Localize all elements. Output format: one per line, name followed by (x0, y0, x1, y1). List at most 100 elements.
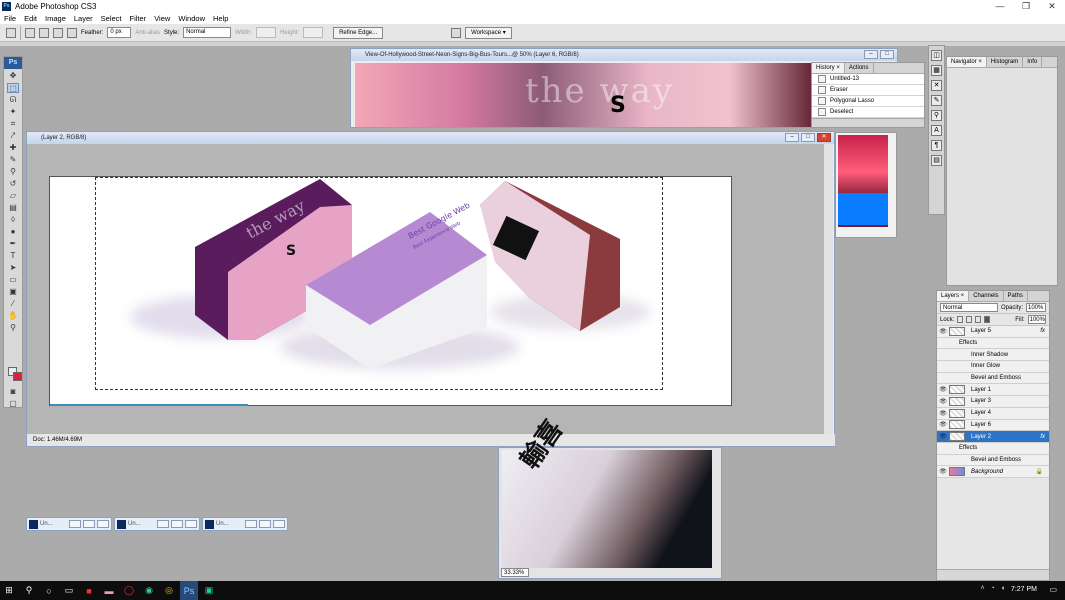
search-icon[interactable]: ⚲ (20, 581, 38, 600)
history-item[interactable]: Eraser (812, 85, 924, 96)
cortana-icon[interactable]: ○ (40, 581, 58, 600)
menu-filter[interactable]: Filter (130, 14, 147, 23)
tab-navigator[interactable]: Navigator × (947, 57, 987, 67)
eyedropper2-icon[interactable]: ⁄ (7, 299, 19, 309)
width-input[interactable] (256, 27, 277, 38)
document-title-bar[interactable]: View-Of-Hollywood-Street-Neon-Signs-Big-… (351, 49, 897, 61)
height-input[interactable] (303, 27, 324, 38)
hand-tool-icon[interactable]: ✋ (7, 311, 19, 321)
menu-file[interactable]: File (4, 14, 16, 23)
intersect-selection-icon[interactable] (67, 27, 77, 38)
menu-view[interactable]: View (154, 14, 170, 23)
history-snapshot[interactable]: Untitled-13 (812, 74, 924, 85)
doc-maximize-button[interactable]: □ (880, 50, 894, 59)
menu-select[interactable]: Select (101, 14, 122, 23)
mini-restore-button[interactable] (69, 520, 81, 528)
visibility-eye-icon[interactable]: 👁 (937, 421, 949, 428)
tab-history[interactable]: History × (812, 63, 845, 73)
layer-fx-badge[interactable]: fx (1040, 328, 1045, 334)
visibility-eye-icon[interactable]: 👁 (937, 398, 949, 405)
style-select[interactable]: Normal (183, 27, 232, 38)
subtract-selection-icon[interactable] (53, 27, 63, 38)
restore-button[interactable]: ❐ (1013, 0, 1039, 12)
move-tool-icon[interactable]: ✥ (7, 71, 19, 81)
menu-layer[interactable]: Layer (74, 14, 93, 23)
layer-row[interactable]: 👁 Layer 3 (937, 396, 1049, 408)
main-maximize-button[interactable]: □ (801, 133, 815, 142)
zoom-tool-icon[interactable]: ⚲ (7, 323, 19, 333)
eyedropper-tool-icon[interactable]: ⤤ (7, 131, 19, 141)
marquee-tool-icon[interactable] (6, 27, 16, 38)
visibility-eye-icon[interactable]: 👁 (937, 328, 949, 335)
blend-mode-select[interactable]: Normal (940, 303, 998, 312)
dodge-tool-icon[interactable]: ● (7, 227, 19, 237)
menu-window[interactable]: Window (178, 14, 205, 23)
minimized-doc[interactable]: Un... (26, 517, 112, 531)
tab-paths[interactable]: Paths (1004, 291, 1028, 301)
character-panel-icon[interactable]: A (931, 125, 942, 136)
chrome-icon[interactable]: ◎ (160, 581, 178, 600)
layer-effect-row[interactable]: Inner Shadow (937, 349, 1049, 362)
feather-input[interactable]: 0 px (107, 27, 132, 38)
visibility-eye-icon[interactable]: 👁 (937, 386, 949, 393)
edge-icon[interactable]: ◉ (140, 581, 158, 600)
new-selection-icon[interactable] (25, 27, 35, 38)
fill-input[interactable]: 100% (1027, 315, 1046, 324)
main-minimize-button[interactable]: – (785, 133, 799, 142)
minimized-doc[interactable]: Un... (114, 517, 200, 531)
tool-preset-icon[interactable] (451, 27, 462, 38)
mini-restore-button[interactable] (157, 520, 169, 528)
path-select-icon[interactable]: ➤ (7, 263, 19, 273)
type-tool-icon[interactable]: T (7, 251, 19, 261)
background-color-swatch[interactable] (13, 372, 22, 381)
tools-panel-icon[interactable]: ✕ (931, 80, 942, 91)
layer-row[interactable]: 👁 Layer 5 fx (937, 326, 1049, 338)
mini-close-button[interactable] (273, 520, 285, 528)
gradient-tool-icon[interactable]: ▤ (7, 203, 19, 213)
workspace-button[interactable]: Workspace ▾ (465, 26, 512, 39)
lock-image-icon[interactable] (966, 316, 973, 323)
visibility-eye-icon[interactable]: 👁 (937, 410, 949, 417)
photoshop-task-icon[interactable]: Ps (180, 581, 198, 600)
tab-actions[interactable]: Actions (845, 63, 874, 73)
tab-info[interactable]: Info (1023, 57, 1043, 67)
navigator-panel-icon[interactable]: ◫ (931, 50, 942, 61)
network-icon[interactable]: ◔ (991, 585, 995, 592)
layer-comps-icon[interactable]: ▤ (931, 155, 942, 166)
refine-edge-button[interactable]: Refine Edge... (333, 26, 384, 39)
brush-panel-icon[interactable]: ✎ (931, 95, 942, 106)
clone-panel-icon[interactable]: ⚲ (931, 110, 942, 121)
magic-wand-icon[interactable]: ✦ (7, 107, 19, 117)
history-panel-icon[interactable]: ▦ (931, 65, 942, 76)
history-item[interactable]: Deselect (812, 107, 924, 118)
eraser-tool-icon[interactable]: ▱ (7, 191, 19, 201)
notification-icon[interactable]: ▭ (1049, 585, 1057, 594)
artboard[interactable]: S the way Best Google Web Best Experienc… (49, 176, 732, 406)
minimized-doc[interactable]: Un... (202, 517, 288, 531)
lock-all-icon[interactable] (984, 316, 991, 323)
brush-tool-icon[interactable]: ✎ (7, 155, 19, 165)
history-item[interactable]: Polygonal Lasso (812, 96, 924, 107)
canvas-area[interactable]: S the way Best Google Web Best Experienc… (27, 144, 825, 436)
add-selection-icon[interactable] (39, 27, 49, 38)
healing-brush-icon[interactable]: ✚ (7, 143, 19, 153)
history-brush-icon[interactable]: ↺ (7, 179, 19, 189)
document-window-main[interactable]: (Layer 2, RGB/8) – □ ✕ S the way Best Go… (26, 131, 835, 447)
layer-effect-row[interactable]: Effects (937, 442, 1049, 455)
layer-row[interactable]: 👁 Layer 2 fx (937, 431, 1049, 443)
blur-tool-icon[interactable]: ◊ (7, 215, 19, 225)
mini-max-button[interactable] (259, 520, 271, 528)
app-task-icon[interactable]: ▣ (200, 581, 218, 600)
tab-histogram[interactable]: Histogram (987, 57, 1024, 67)
office-icon[interactable]: ■ (80, 581, 98, 600)
crop-tool-icon[interactable]: ⌗ (7, 119, 19, 129)
lock-position-icon[interactable] (975, 316, 982, 323)
paragraph-panel-icon[interactable]: ¶ (931, 140, 942, 151)
rect-marquee-tool-icon[interactable]: ⬚ (7, 83, 19, 93)
mini-max-button[interactable] (171, 520, 183, 528)
document-window-bottom[interactable]: 輸喜 33.33% (498, 415, 722, 579)
mini-close-button[interactable] (185, 520, 197, 528)
mini-close-button[interactable] (97, 520, 109, 528)
zoom-level-field[interactable]: 33.33% (501, 568, 529, 577)
visibility-eye-icon[interactable]: 👁 (937, 468, 949, 475)
